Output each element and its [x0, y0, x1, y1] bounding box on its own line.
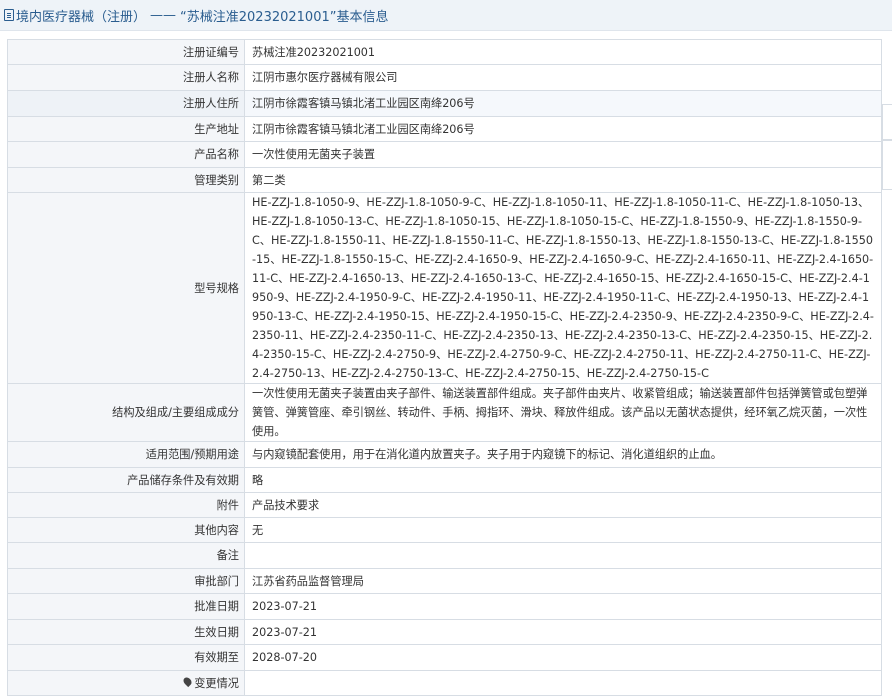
row-label: 备注: [7, 542, 245, 569]
table-row: 管理类别 第二类: [7, 167, 882, 193]
table-row: 注册证编号 苏械注准20232021001: [7, 39, 882, 65]
table-row: 备注: [7, 542, 882, 569]
page-title: “苏械注准20232021001”基本信息: [180, 9, 389, 25]
table-row: 型号规格 HE-ZZJ-1.8-1050-9、HE-ZZJ-1.8-1050-9…: [7, 192, 882, 384]
table-row: 其他内容 无: [7, 517, 882, 543]
info-table: 注册证编号 苏械注准20232021001 注册人名称 江阴市惠尔医疗器械有限公…: [7, 39, 882, 696]
page-header: 境内医疗器械（注册） —— “苏械注准20232021001”基本信息: [0, 0, 892, 31]
table-row: 有效期至 2028-07-20: [7, 644, 882, 671]
row-label: 适用范围/预期用途: [7, 441, 245, 468]
pin-icon: [182, 675, 194, 687]
row-label: 注册证编号: [7, 39, 245, 65]
document-icon: [4, 9, 14, 21]
table-row: 审批部门 江苏省药品监督管理局: [7, 568, 882, 594]
row-label: 结构及组成/主要组成成分: [7, 383, 245, 442]
row-value: 一次性使用无菌夹子装置由夹子部件、输送装置部件组成。夹子部件由夹片、收紧管组成；…: [244, 383, 882, 442]
side-tab-top[interactable]: [882, 104, 892, 140]
table-row: 产品名称 一次性使用无菌夹子装置: [7, 141, 882, 168]
row-value: 苏械注准20232021001: [244, 39, 882, 65]
row-value: [244, 542, 882, 569]
table-row: 注册人名称 江阴市惠尔医疗器械有限公司: [7, 64, 882, 91]
row-value: 与内窥镜配套使用，用于在消化道内放置夹子。夹子用于内窥镜下的标记、消化道组织的止…: [244, 441, 882, 468]
table-row: 适用范围/预期用途 与内窥镜配套使用，用于在消化道内放置夹子。夹子用于内窥镜下的…: [7, 441, 882, 468]
header-prefix: 境内医疗器械（注册）: [16, 9, 147, 25]
row-value: 江阴市惠尔医疗器械有限公司: [244, 64, 882, 91]
row-value: 2023-07-21: [244, 593, 882, 620]
row-label: 有效期至: [7, 644, 245, 671]
row-value: 江苏省药品监督管理局: [244, 568, 882, 594]
table-row: 附件 产品技术要求: [7, 492, 882, 518]
row-value: 无: [244, 517, 882, 543]
row-value: 2023-07-21: [244, 619, 882, 645]
row-label: 管理类别: [7, 167, 245, 193]
table-row: 生效日期 2023-07-21: [7, 619, 882, 645]
row-label: 注册人住所: [7, 90, 245, 117]
row-label: 其他内容: [7, 517, 245, 543]
table-row: 变更情况: [7, 670, 882, 696]
row-label: 附件: [7, 492, 245, 518]
row-value: HE-ZZJ-1.8-1050-9、HE-ZZJ-1.8-1050-9-C、HE…: [244, 192, 882, 384]
header-separator: ——: [150, 7, 177, 23]
row-value: 一次性使用无菌夹子装置: [244, 141, 882, 168]
row-value: 江阴市徐霞客镇马镇北渚工业园区南绛206号: [244, 116, 882, 142]
note-label: 变更情况: [7, 670, 245, 696]
row-value: 第二类: [244, 167, 882, 193]
table-row: 产品储存条件及有效期 略: [7, 467, 882, 493]
table-row: 注册人住所 江阴市徐霞客镇马镇北渚工业园区南绛206号: [7, 90, 882, 117]
row-label: 注册人名称: [7, 64, 245, 91]
row-value: 江阴市徐霞客镇马镇北渚工业园区南绛206号: [244, 90, 882, 117]
side-tab-middle[interactable]: [882, 140, 892, 190]
table-row: 批准日期 2023-07-21: [7, 593, 882, 620]
table-row: 结构及组成/主要组成成分 一次性使用无菌夹子装置由夹子部件、输送装置部件组成。夹…: [7, 383, 882, 442]
row-label: 批准日期: [7, 593, 245, 620]
row-label: 生产地址: [7, 116, 245, 142]
row-label: 审批部门: [7, 568, 245, 594]
row-value: 产品技术要求: [244, 492, 882, 518]
row-label: 生效日期: [7, 619, 245, 645]
row-value: 略: [244, 467, 882, 493]
row-label: 产品储存条件及有效期: [7, 467, 245, 493]
row-value: [244, 670, 882, 696]
row-value: 2028-07-20: [244, 644, 882, 671]
row-label: 产品名称: [7, 141, 245, 168]
row-label: 型号规格: [7, 192, 245, 384]
row-label: 变更情况: [194, 676, 239, 690]
table-row: 生产地址 江阴市徐霞客镇马镇北渚工业园区南绛206号: [7, 116, 882, 142]
